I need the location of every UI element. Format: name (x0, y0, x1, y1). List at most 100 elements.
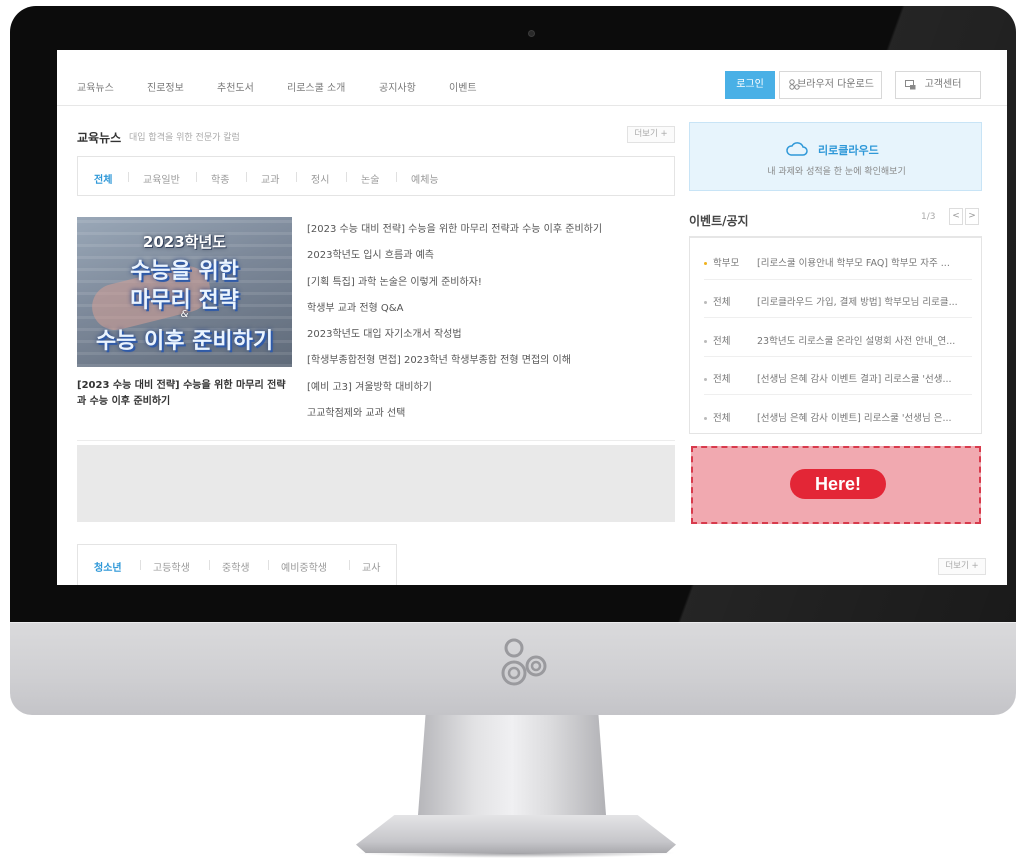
bullet-dot (704, 301, 707, 304)
brand-logo-icon (501, 638, 547, 686)
tab-separator (346, 172, 347, 182)
image-text-ampersand: & (180, 309, 189, 320)
tab-high-school[interactable]: 고등학생 (153, 559, 190, 574)
event-item[interactable]: 전체 [선생님 은혜 감사 이벤트 결과] 리로스쿨 '선생... (704, 371, 974, 385)
events-next-button[interactable]: > (965, 208, 979, 225)
event-category: 전체 (713, 297, 731, 308)
login-button[interactable]: 로그인 (725, 71, 775, 99)
monitor-mockup: 교육뉴스 진로정보 추천도서 리로스쿨 소개 공지사항 이벤트 로그인 브라우저… (0, 0, 1020, 862)
browser-download-button[interactable]: 브라우저 다운로드 (779, 71, 882, 99)
event-category: 전체 (713, 336, 731, 347)
customer-center-label: 고객센터 (924, 79, 962, 90)
events-list: 학부모 [리로스쿨 이용안내 학부모 FAQ] 학부모 자주 ... 전체 [리로클… (689, 236, 982, 434)
row-divider (704, 317, 972, 318)
row-divider (704, 279, 972, 280)
tab-teacher[interactable]: 교사 (362, 559, 380, 574)
banner-placeholder (77, 445, 675, 522)
monitor-stand-neck (418, 715, 606, 815)
tab-student-record[interactable]: 학종 (211, 171, 229, 186)
event-category: 전체 (713, 413, 731, 424)
here-label: Here! (790, 469, 886, 499)
image-text-year: 2023학년도 (142, 233, 227, 251)
section-title-news: 교육뉴스 (77, 131, 122, 145)
cloud-icon (786, 142, 808, 156)
tab-separator (209, 560, 210, 570)
website-screen: 교육뉴스 진로정보 추천도서 리로스쿨 소개 공지사항 이벤트 로그인 브라우저… (57, 50, 1007, 585)
event-item[interactable]: 전체 23학년도 리로스쿨 온라인 설명회 사전 안내_연... (704, 333, 974, 347)
news-list-item[interactable]: 학생부 교과 전형 Q&A (307, 299, 677, 325)
tab-separator (246, 172, 247, 182)
event-text: [리로스쿨 이용안내 학부모 FAQ] 학부모 자주 ... (757, 258, 950, 269)
tab-pre-middle-school[interactable]: 예비중학생 (281, 559, 327, 574)
image-text-line3: 수능 이후 준비하기 (95, 329, 274, 354)
news-list-item[interactable]: 2023학년도 대입 자기소개서 작성법 (307, 325, 677, 351)
tab-all[interactable]: 전체 (94, 171, 112, 186)
event-item[interactable]: 전체 [선생님 은혜 감사 이벤트] 리로스쿨 '선생님 은... (704, 410, 974, 424)
nav-item-events[interactable]: 이벤트 (449, 79, 477, 94)
news-list-item[interactable]: 고교학점제와 교과 선택 (307, 404, 677, 430)
tab-youth[interactable]: 청소년 (94, 559, 122, 574)
cloud-banner[interactable]: 리로클라우드 내 과제와 성적을 한 눈에 확인해보기 (689, 122, 982, 191)
nav-item-education-news[interactable]: 교육뉴스 (77, 79, 114, 94)
audience-tabs: 청소년 고등학생 중학생 예비중학생 교사 (77, 544, 397, 585)
customer-center-button[interactable]: 고객센터 (895, 71, 981, 99)
events-title: 이벤트/공지 (689, 214, 749, 228)
camera-dot (528, 30, 535, 37)
event-item[interactable]: 학부모 [리로스쿨 이용안내 학부모 FAQ] 학부모 자주 ... (704, 255, 974, 269)
event-text: [선생님 은혜 감사 이벤트] 리로스쿨 '선생님 은... (757, 413, 952, 424)
event-item[interactable]: 전체 [리로클라우드 가입, 결제 방법] 학부모님 리로클... (704, 294, 974, 308)
bullet-dot (704, 262, 707, 265)
cloud-title: 리로클라우드 (818, 144, 879, 157)
event-text: 23학년도 리로스쿨 온라인 설명회 사전 안내_연... (757, 336, 956, 347)
browser-download-label: 브라우저 다운로드 (797, 79, 874, 90)
tab-middle-school[interactable]: 중학생 (222, 559, 250, 574)
nav-item-about[interactable]: 리로스쿨 소개 (287, 79, 345, 94)
top-nav: 교육뉴스 진로정보 추천도서 리로스쿨 소개 공지사항 이벤트 로그인 브라우저… (57, 50, 1007, 106)
news-category-tabs: 전체 교육일반 학종 교과 정시 논술 예체능 (77, 156, 675, 196)
bullet-dot (704, 340, 707, 343)
news-list-item[interactable]: 2023학년도 입시 흐름과 예측 (307, 246, 677, 272)
monitor-stand-base (356, 815, 676, 853)
event-text: [리로클라우드 가입, 결제 방법] 학부모님 리로클... (757, 297, 958, 308)
news-more-button[interactable]: 더보기 + (627, 126, 675, 143)
tab-separator (196, 172, 197, 182)
nav-item-recommended-books[interactable]: 추천도서 (217, 79, 254, 94)
news-list-item[interactable]: [기획 특집] 과학 논술은 이렇게 준비하자! (307, 273, 677, 299)
news-list: [2023 수능 대비 전략] 수능을 위한 마무리 전략과 수능 이후 준비하… (307, 220, 677, 430)
tab-regular-admission[interactable]: 정시 (311, 171, 329, 186)
cloud-subtitle: 내 과제와 성적을 한 눈에 확인해보기 (767, 167, 906, 177)
events-pager: 1/3 (921, 212, 936, 222)
news-list-item[interactable]: [예비 고3] 겨울방학 대비하기 (307, 378, 677, 404)
bullet-dot (704, 378, 707, 381)
highlight-callout[interactable]: Here! (691, 446, 981, 524)
tab-separator (268, 560, 269, 570)
support-icon (905, 80, 916, 90)
row-divider (704, 394, 972, 395)
nav-item-career-info[interactable]: 진로정보 (147, 79, 184, 94)
download-icon (789, 79, 800, 90)
bullet-dot (704, 417, 707, 420)
news-list-item[interactable]: [학생부종합전형 면접] 2023학년 학생부종합 전형 면접의 이해 (307, 351, 677, 377)
tab-separator (128, 172, 129, 182)
tab-general-education[interactable]: 교육일반 (143, 171, 180, 186)
event-text: [선생님 은혜 감사 이벤트 결과] 리로스쿨 '선생... (757, 374, 952, 385)
nav-item-notices[interactable]: 공지사항 (379, 79, 416, 94)
audience-more-button[interactable]: 더보기 + (938, 558, 986, 575)
event-category: 전체 (713, 374, 731, 385)
tab-essay[interactable]: 논술 (361, 171, 379, 186)
tab-separator (349, 560, 350, 570)
featured-news-caption[interactable]: [2023 수능 대비 전략] 수능을 위한 마무리 전략과 수능 이후 준비하… (77, 378, 292, 410)
monitor-bezel: 교육뉴스 진로정보 추천도서 리로스쿨 소개 공지사항 이벤트 로그인 브라우저… (10, 6, 1016, 624)
tab-separator (140, 560, 141, 570)
event-category: 학부모 (713, 258, 740, 269)
row-divider (704, 356, 972, 357)
events-prev-button[interactable]: < (949, 208, 963, 225)
featured-news-image[interactable]: 2023학년도 수능을 위한 마무리 전략 & 수능 이후 준비하기 (77, 217, 292, 367)
news-list-item[interactable]: [2023 수능 대비 전략] 수능을 위한 마무리 전략과 수능 이후 준비하… (307, 220, 677, 246)
tab-subjects[interactable]: 교과 (261, 171, 279, 186)
tab-separator (396, 172, 397, 182)
section-subtitle-news: 대입 합격을 위한 전문가 칼럼 (129, 133, 240, 143)
tab-arts-sports[interactable]: 예체능 (411, 171, 439, 186)
image-text-line1: 수능을 위한 (130, 259, 239, 284)
tab-separator (296, 172, 297, 182)
